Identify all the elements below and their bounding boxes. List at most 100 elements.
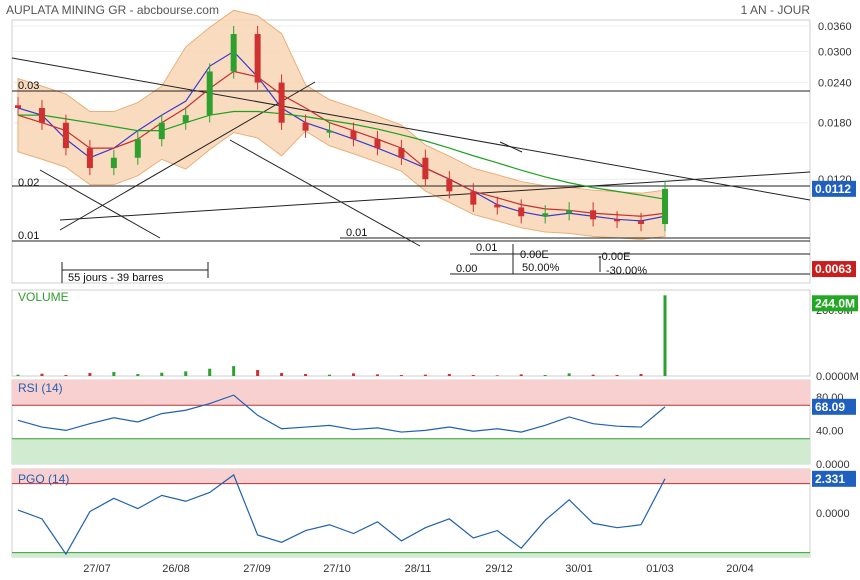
chart-annotation: -30.00%: [606, 265, 647, 277]
candle-body: [326, 130, 333, 133]
pgo-title: PGO (14): [18, 472, 69, 486]
volume-bar: [40, 373, 44, 376]
volume-bar: [256, 370, 260, 376]
candle-body: [302, 122, 309, 131]
candle-body: [230, 34, 237, 72]
volume-bar: [88, 373, 92, 376]
last-price-value: 0.0112: [815, 182, 851, 196]
price-tick-label: 0.0360: [818, 21, 852, 33]
volume-bar: [567, 373, 571, 376]
candle-body: [398, 148, 405, 158]
volume-bar: [663, 295, 667, 376]
volume-panel: VOLUME200.0M0.0000M244.0M: [11, 289, 859, 383]
volume-bar: [136, 374, 140, 376]
volume-bar: [495, 375, 499, 376]
candle-body: [662, 188, 668, 225]
candle-body: [254, 34, 261, 83]
pgo-panel: PGO (14) 0.0000 2.331: [11, 468, 856, 558]
stock-chart: AUPLATA MINING GR - abcbourse.com 1 AN -…: [6, 3, 859, 575]
price-tick-label: 0.0180: [818, 118, 852, 130]
rsi-tick-label: 0.0000: [816, 459, 850, 471]
volume-bar: [639, 374, 643, 376]
volume-bar: [423, 374, 427, 376]
rsi-tick-label: 40.00: [816, 425, 844, 437]
rsi-title: RSI (14): [18, 381, 63, 395]
date-tick-label: 26/08: [162, 563, 190, 575]
volume-bar: [351, 373, 355, 376]
candle-body: [206, 71, 213, 116]
volume-bar: [471, 375, 475, 376]
price-tick-label: 0.0300: [818, 46, 852, 58]
rsi-panel: RSI (14)80.0040.000.000068.09: [11, 379, 856, 471]
candle-body: [542, 213, 549, 217]
volume-bar: [208, 368, 212, 376]
candle-body: [278, 82, 285, 123]
pgo-last-value: 2.331: [815, 472, 845, 486]
date-tick-label: 27/07: [83, 563, 111, 575]
candle-body: [182, 115, 189, 123]
date-tick-label: 20/04: [726, 563, 754, 575]
rsi-overbought-zone: [12, 380, 810, 406]
volume-bar: [543, 375, 547, 376]
volume-bar: [232, 366, 236, 376]
volume-bar: [184, 371, 188, 376]
volume-bar: [64, 375, 68, 376]
volume-plot-area: [11, 289, 811, 377]
date-tick-label: 01/03: [646, 563, 674, 575]
candle-body: [422, 157, 429, 180]
chart-annotation: 55 jours - 39 barres: [68, 272, 164, 284]
candle-body: [110, 157, 117, 169]
volume-title: VOLUME: [18, 290, 69, 304]
date-tick-label: 30/01: [565, 563, 593, 575]
chart-annotation: 0.00E: [520, 249, 549, 261]
date-tick-label: 29/12: [485, 563, 513, 575]
chart-annotation: 0.02: [18, 177, 39, 189]
candle-body: [566, 210, 573, 214]
candle-body: [614, 219, 621, 222]
period-label: 1 AN - JOUR: [741, 3, 811, 17]
chart-annotation: 0.01: [18, 230, 39, 242]
chart-annotation: 50.00%: [522, 262, 560, 274]
candle-body: [350, 130, 357, 140]
price-panel: 0.03600.03000.02400.01800.01200.030.020.…: [11, 9, 856, 284]
candle-body: [374, 139, 381, 149]
pgo-lower-zone: [12, 552, 810, 557]
candle-body: [62, 122, 69, 149]
chart-annotation: 0.01: [476, 242, 497, 254]
candle-body: [86, 148, 93, 169]
candle-body: [470, 191, 477, 205]
volume-bar: [375, 374, 379, 376]
candle-body: [590, 210, 597, 220]
chart-annotation: 0.01: [346, 227, 367, 239]
support-value: 0.0063: [815, 262, 852, 276]
volume-bar: [304, 374, 308, 376]
volume-last-value: 244.0M: [815, 296, 855, 310]
pgo-upper-zone: [12, 469, 810, 484]
candle-body: [134, 139, 141, 158]
date-tick-label: 28/11: [405, 563, 432, 575]
volume-bar: [160, 372, 164, 376]
chart-annotation: -0.00E: [598, 251, 630, 263]
volume-bar: [399, 375, 403, 376]
date-tick-label: 27/10: [323, 563, 351, 575]
candle-body: [158, 122, 165, 140]
price-tick-label: 0.0240: [818, 78, 852, 90]
candle-body: [446, 179, 453, 192]
chart-annotation: 0.03: [18, 80, 39, 92]
chart-annotation: 0.00: [456, 263, 477, 275]
candle-body: [38, 108, 45, 123]
candle-body: [638, 220, 645, 225]
candle-body: [15, 105, 21, 109]
volume-bar: [591, 374, 595, 376]
volume-bar: [280, 373, 284, 376]
volume-tick-label: 0.0000M: [816, 371, 859, 383]
candle-body: [518, 207, 525, 217]
volume-bar: [519, 374, 523, 376]
chart-title: AUPLATA MINING GR - abcbourse.com: [6, 3, 219, 17]
volume-bar: [447, 374, 451, 376]
date-tick-label: 27/09: [243, 563, 271, 575]
volume-bar: [615, 375, 619, 376]
volume-bar: [16, 374, 20, 376]
pgo-tick-label: 0.0000: [816, 508, 850, 520]
rsi-oversold-zone: [12, 438, 810, 464]
